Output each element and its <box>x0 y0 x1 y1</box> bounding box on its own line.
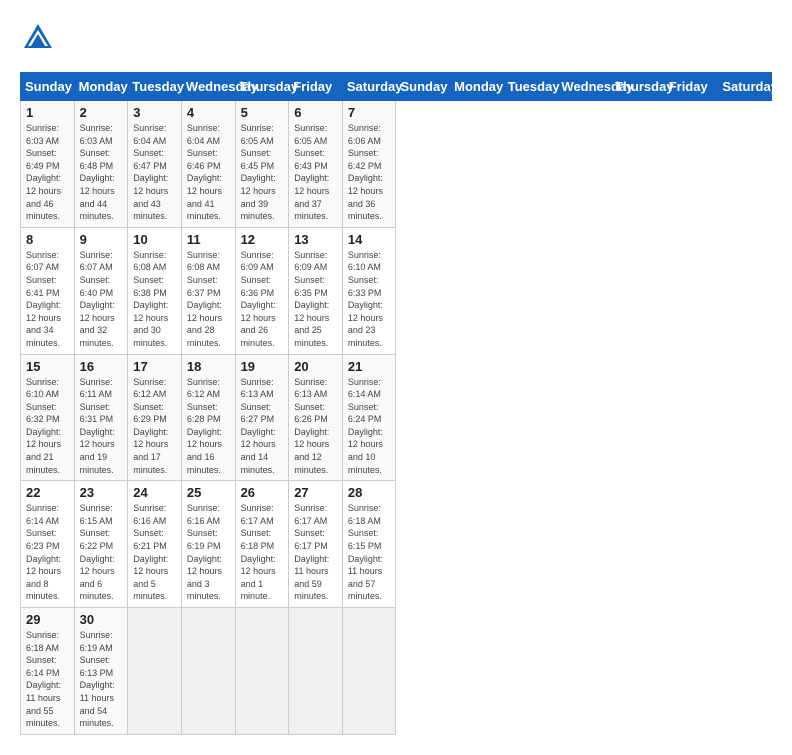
calendar-day-10: 10Sunrise: 6:08 AM Sunset: 6:38 PM Dayli… <box>128 227 182 354</box>
calendar-table: SundayMondayTuesdayWednesdayThursdayFrid… <box>20 72 772 735</box>
calendar-day-18: 18Sunrise: 6:12 AM Sunset: 6:28 PM Dayli… <box>181 354 235 481</box>
calendar-day-28: 28Sunrise: 6:18 AM Sunset: 6:15 PM Dayli… <box>342 481 396 608</box>
calendar-day-23: 23Sunrise: 6:15 AM Sunset: 6:22 PM Dayli… <box>74 481 128 608</box>
logo <box>20 20 60 56</box>
calendar-day-9: 9Sunrise: 6:07 AM Sunset: 6:40 PM Daylig… <box>74 227 128 354</box>
calendar-header-row: SundayMondayTuesdayWednesdayThursdayFrid… <box>21 73 772 101</box>
calendar-day-20: 20Sunrise: 6:13 AM Sunset: 6:26 PM Dayli… <box>289 354 343 481</box>
calendar-week-3: 15Sunrise: 6:10 AM Sunset: 6:32 PM Dayli… <box>21 354 772 481</box>
calendar-empty-cell <box>289 608 343 735</box>
calendar-day-19: 19Sunrise: 6:13 AM Sunset: 6:27 PM Dayli… <box>235 354 289 481</box>
col-header-thursday: Thursday <box>611 73 665 101</box>
calendar-day-17: 17Sunrise: 6:12 AM Sunset: 6:29 PM Dayli… <box>128 354 182 481</box>
calendar-day-24: 24Sunrise: 6:16 AM Sunset: 6:21 PM Dayli… <box>128 481 182 608</box>
col-header-friday: Friday <box>664 73 718 101</box>
calendar-week-4: 22Sunrise: 6:14 AM Sunset: 6:23 PM Dayli… <box>21 481 772 608</box>
calendar-day-27: 27Sunrise: 6:17 AM Sunset: 6:17 PM Dayli… <box>289 481 343 608</box>
calendar-day-21: 21Sunrise: 6:14 AM Sunset: 6:24 PM Dayli… <box>342 354 396 481</box>
calendar-day-3: 3Sunrise: 6:04 AM Sunset: 6:47 PM Daylig… <box>128 101 182 228</box>
calendar-week-5: 29Sunrise: 6:18 AM Sunset: 6:14 PM Dayli… <box>21 608 772 735</box>
calendar-day-5: 5Sunrise: 6:05 AM Sunset: 6:45 PM Daylig… <box>235 101 289 228</box>
calendar-empty-cell <box>181 608 235 735</box>
calendar-day-15: 15Sunrise: 6:10 AM Sunset: 6:32 PM Dayli… <box>21 354 75 481</box>
calendar-day-6: 6Sunrise: 6:05 AM Sunset: 6:43 PM Daylig… <box>289 101 343 228</box>
calendar-empty-cell <box>128 608 182 735</box>
col-header-monday: Monday <box>74 73 128 101</box>
calendar-day-4: 4Sunrise: 6:04 AM Sunset: 6:46 PM Daylig… <box>181 101 235 228</box>
calendar-day-29: 29Sunrise: 6:18 AM Sunset: 6:14 PM Dayli… <box>21 608 75 735</box>
calendar-day-22: 22Sunrise: 6:14 AM Sunset: 6:23 PM Dayli… <box>21 481 75 608</box>
page-header <box>20 20 772 56</box>
calendar-day-2: 2Sunrise: 6:03 AM Sunset: 6:48 PM Daylig… <box>74 101 128 228</box>
col-header-saturday: Saturday <box>342 73 396 101</box>
col-header-sunday: Sunday <box>396 73 450 101</box>
logo-icon <box>20 20 56 56</box>
col-header-tuesday: Tuesday <box>128 73 182 101</box>
col-header-friday: Friday <box>289 73 343 101</box>
col-header-saturday: Saturday <box>718 73 772 101</box>
calendar-day-26: 26Sunrise: 6:17 AM Sunset: 6:18 PM Dayli… <box>235 481 289 608</box>
col-header-thursday: Thursday <box>235 73 289 101</box>
calendar-day-14: 14Sunrise: 6:10 AM Sunset: 6:33 PM Dayli… <box>342 227 396 354</box>
calendar-day-25: 25Sunrise: 6:16 AM Sunset: 6:19 PM Dayli… <box>181 481 235 608</box>
calendar-day-8: 8Sunrise: 6:07 AM Sunset: 6:41 PM Daylig… <box>21 227 75 354</box>
calendar-day-30: 30Sunrise: 6:19 AM Sunset: 6:13 PM Dayli… <box>74 608 128 735</box>
calendar-day-1: 1Sunrise: 6:03 AM Sunset: 6:49 PM Daylig… <box>21 101 75 228</box>
calendar-empty-cell <box>235 608 289 735</box>
col-header-wednesday: Wednesday <box>557 73 611 101</box>
col-header-sunday: Sunday <box>21 73 75 101</box>
col-header-tuesday: Tuesday <box>503 73 557 101</box>
col-header-wednesday: Wednesday <box>181 73 235 101</box>
calendar-day-12: 12Sunrise: 6:09 AM Sunset: 6:36 PM Dayli… <box>235 227 289 354</box>
calendar-day-13: 13Sunrise: 6:09 AM Sunset: 6:35 PM Dayli… <box>289 227 343 354</box>
col-header-monday: Monday <box>450 73 504 101</box>
calendar-empty-cell <box>342 608 396 735</box>
calendar-week-1: 1Sunrise: 6:03 AM Sunset: 6:49 PM Daylig… <box>21 101 772 228</box>
calendar-week-2: 8Sunrise: 6:07 AM Sunset: 6:41 PM Daylig… <box>21 227 772 354</box>
calendar-day-11: 11Sunrise: 6:08 AM Sunset: 6:37 PM Dayli… <box>181 227 235 354</box>
calendar-day-16: 16Sunrise: 6:11 AM Sunset: 6:31 PM Dayli… <box>74 354 128 481</box>
calendar-day-7: 7Sunrise: 6:06 AM Sunset: 6:42 PM Daylig… <box>342 101 396 228</box>
